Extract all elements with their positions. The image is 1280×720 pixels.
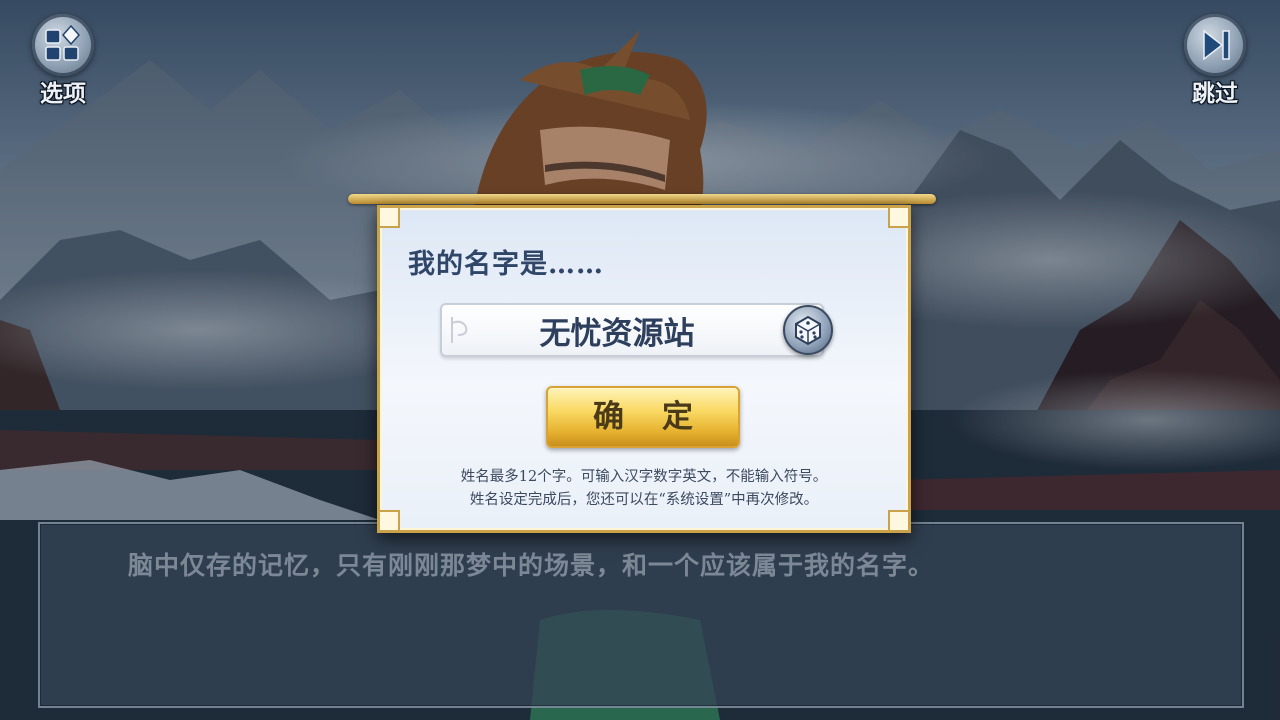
grid-diamond-icon <box>45 24 81 61</box>
dialog-top-rail <box>348 194 936 204</box>
options-circle <box>32 14 94 76</box>
options-label: 选项 <box>40 80 86 107</box>
name-change-hint: 姓名设定完成后，您还可以在“系统设置”中再次修改。 <box>469 492 819 508</box>
corner-ornament <box>888 206 910 228</box>
skip-forward-icon <box>1203 29 1230 61</box>
name-input[interactable] <box>472 305 762 355</box>
options-button[interactable]: 选项 <box>28 14 98 110</box>
corner-ornament <box>378 206 400 228</box>
dialogue-box[interactable]: 脑中仅存的记忆，只有刚刚那梦中的场景，和一个应该属于我的名字。 <box>38 522 1244 708</box>
dialogue-text: 脑中仅存的记忆，只有刚刚那梦中的场景，和一个应该属于我的名字。 <box>128 551 935 580</box>
name-dialog: 我的名字是…… 确定 姓名最多12个字。可输入汉字数字英文，不能输入符号。 姓名… <box>377 205 911 533</box>
skip-circle <box>1184 14 1246 76</box>
corner-ornament <box>888 510 910 532</box>
dice-icon <box>795 315 821 346</box>
name-field[interactable] <box>440 303 824 357</box>
confirm-button[interactable]: 确定 <box>546 386 740 448</box>
corner-ornament <box>378 510 400 532</box>
random-name-button[interactable] <box>783 305 833 355</box>
dialog-title: 我的名字是…… <box>408 249 604 280</box>
skip-button[interactable]: 跳过 <box>1180 14 1250 110</box>
skip-label: 跳过 <box>1192 80 1238 107</box>
name-rule-hint: 姓名最多12个字。可输入汉字数字英文，不能输入符号。 <box>460 469 828 485</box>
